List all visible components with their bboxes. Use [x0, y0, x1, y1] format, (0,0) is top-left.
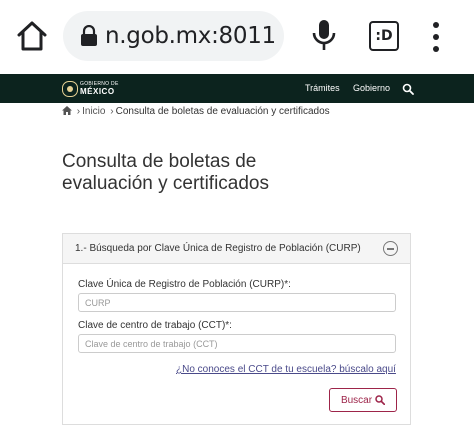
- page-title: Consulta de boletas de evaluación y cert…: [62, 151, 269, 194]
- logo-text-main: MÉXICO: [80, 87, 115, 96]
- collapse-icon[interactable]: [383, 241, 398, 256]
- nav-link-tramites[interactable]: Trámites: [305, 83, 340, 93]
- curp-search-panel: 1.- Búsqueda por Clave Única de Registro…: [62, 233, 411, 425]
- curp-label: Clave Única de Registro de Población (CU…: [78, 279, 291, 290]
- cct-input[interactable]: [78, 334, 396, 353]
- breadcrumb: › Inicio › Consulta de boletas de evaluaci…: [62, 106, 330, 120]
- find-cct-link[interactable]: ¿No conoces el CCT de tu escuela? búscal…: [176, 364, 396, 375]
- cct-label: Clave de centro de trabajo (CCT)*:: [78, 320, 232, 331]
- seal-icon: [62, 81, 78, 97]
- tab-switcher-icon: :D: [369, 21, 399, 51]
- address-bar[interactable]: n.gob.mx:8011: [63, 11, 284, 61]
- lock-icon: [80, 24, 98, 47]
- gob-mx-logo[interactable]: GOBIERNO DE MÉXICO: [62, 80, 122, 98]
- search-button[interactable]: Buscar: [329, 388, 397, 412]
- breadcrumb-current: Consulta de boletas de evaluación y cert…: [115, 106, 330, 117]
- browser-toolbar: n.gob.mx:8011 :D: [0, 0, 474, 74]
- breadcrumb-separator: ›: [76, 106, 81, 117]
- breadcrumb-inicio[interactable]: Inicio: [82, 106, 105, 117]
- more-vert-icon[interactable]: [428, 20, 444, 54]
- home-icon[interactable]: [15, 20, 49, 52]
- home-icon[interactable]: [62, 106, 72, 115]
- gov-navbar: GOBIERNO DE MÉXICO Trámites Gobierno: [0, 74, 474, 103]
- panel-header[interactable]: 1.- Búsqueda por Clave Única de Registro…: [63, 234, 410, 264]
- url-text: n.gob.mx:8011: [105, 23, 276, 49]
- nav-link-gobierno[interactable]: Gobierno: [353, 83, 390, 93]
- curp-input[interactable]: [78, 293, 396, 312]
- breadcrumb-separator: ›: [110, 106, 114, 117]
- search-button-label: Buscar: [340, 394, 373, 406]
- mic-icon[interactable]: [311, 18, 337, 54]
- panel-title: 1.- Búsqueda por Clave Única de Registro…: [75, 243, 361, 254]
- tab-switcher-button[interactable]: :D: [369, 21, 399, 51]
- search-icon: [375, 395, 386, 406]
- search-icon[interactable]: [402, 82, 414, 95]
